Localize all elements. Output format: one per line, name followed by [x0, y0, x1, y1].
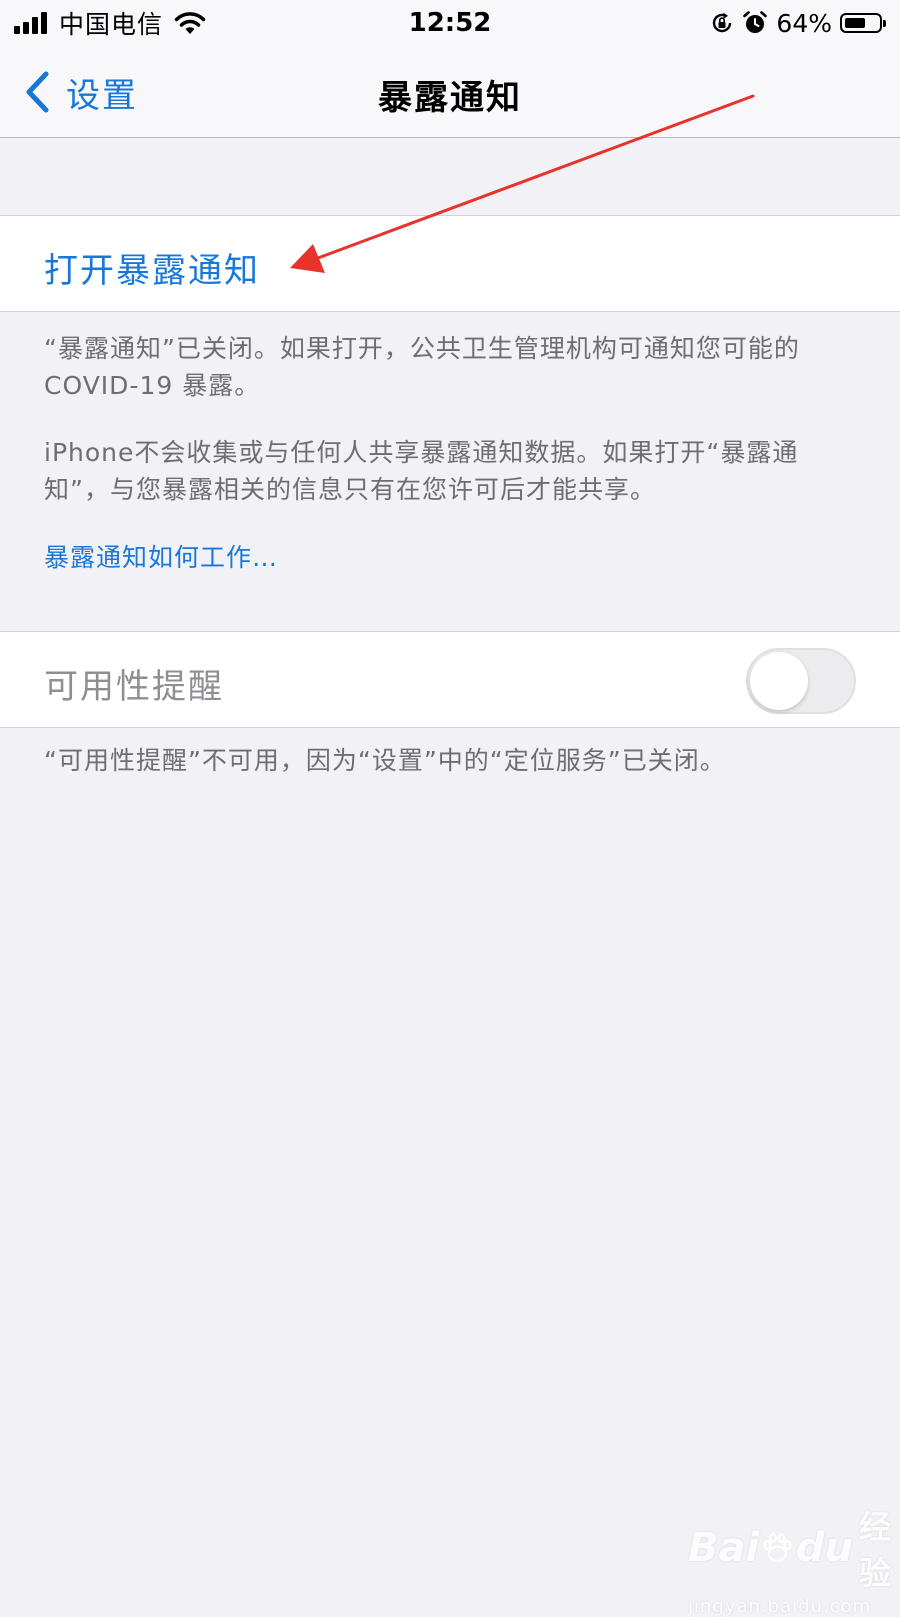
watermark-url: jingyan.baidu.com	[688, 1596, 872, 1617]
page-title: 暴露通知	[378, 78, 522, 118]
status-right: 64%	[710, 6, 886, 40]
status-bar: 中国电信 12:52 64%	[0, 0, 900, 46]
enable-exposure-button[interactable]: 打开暴露通知	[44, 243, 260, 292]
watermark-logo: Bai du 经验	[688, 1508, 891, 1592]
orientation-lock-icon	[713, 12, 732, 33]
availability-footer: “可用性提醒”不可用，因为“设置”中的“定位服务”已关闭。	[44, 746, 726, 775]
battery-percent: 64%	[776, 8, 832, 38]
enable-exposure-cell[interactable]: 打开暴露通知	[0, 215, 900, 312]
how-it-works-link[interactable]: 暴露通知如何工作…	[44, 538, 278, 574]
battery-level-fill	[845, 18, 865, 28]
availability-alerts-label: 可用性提醒	[44, 667, 224, 707]
availability-alerts-cell: 可用性提醒	[0, 631, 900, 728]
toggle-knob	[750, 652, 808, 710]
battery-icon	[840, 13, 886, 33]
exposure-footer-privacy: iPhone不会收集或与任何人共享暴露通知数据。如果打开“暴露通知”，与您暴露相…	[44, 438, 799, 504]
nav-bar: 设置 暴露通知	[0, 46, 900, 138]
exposure-footer-status: “暴露通知”已关闭。如果打开，公共卫生管理机构可通知您可能的COVID-19 暴…	[44, 334, 800, 400]
alarm-icon	[743, 11, 768, 33]
paw-icon	[763, 1533, 792, 1562]
availability-alerts-toggle[interactable]	[746, 648, 856, 714]
